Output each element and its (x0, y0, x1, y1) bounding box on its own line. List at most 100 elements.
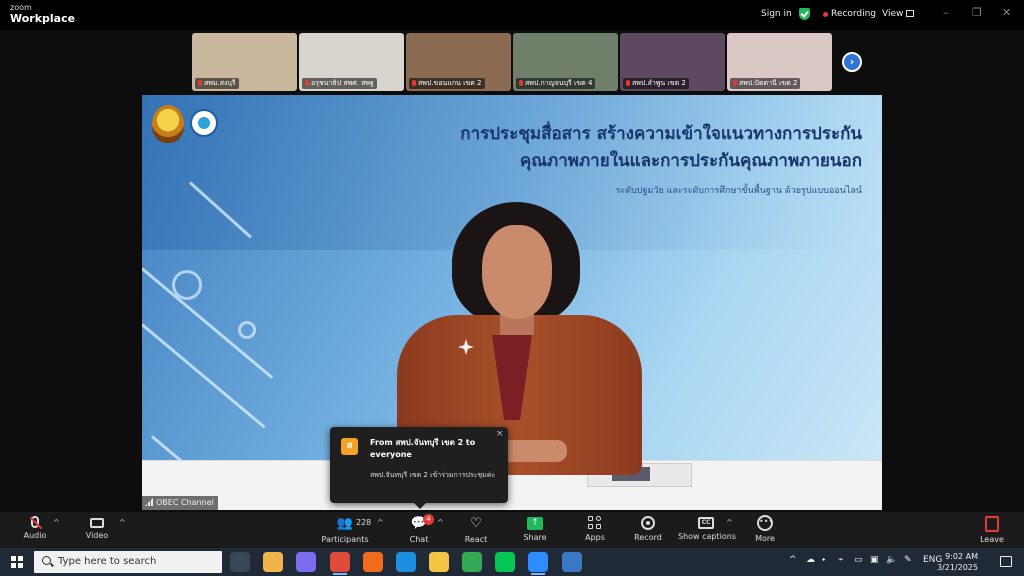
zoom-meeting-window: zoom Workplace Sign in Recording View – … (0, 0, 1024, 576)
more-options-icon: ••• (757, 515, 773, 531)
file-explorer-icon[interactable] (263, 552, 283, 572)
tray-cloud-icon[interactable]: ☁ (806, 555, 815, 565)
apps-button[interactable]: Apps (579, 512, 611, 548)
chat-sender: From สพป.จันทบุรี เขต 2 to everyone (370, 438, 476, 459)
view-button[interactable]: View (882, 9, 903, 19)
record-label: Record (634, 533, 662, 542)
encryption-shield-icon[interactable] (799, 8, 810, 20)
taskbar-clock[interactable]: 9:02 AM 3/21/2025 (937, 551, 978, 573)
muted-mic-icon (519, 80, 523, 86)
participant-tile[interactable]: สพป.ลำพูน เขต 2 (620, 33, 725, 91)
chat-message: สพป.จันทบุรี เขต 2 เข้าร่วมการประชุมค่ะ (370, 471, 496, 479)
react-button[interactable]: ♡ React (460, 512, 492, 548)
clock-time: 9:02 AM (945, 552, 978, 561)
title-bar: zoom Workplace Sign in Recording View – … (0, 0, 1024, 30)
participants-count: 228 (356, 518, 372, 527)
participant-tile[interactable]: สพม.สงบุรี (192, 33, 297, 91)
windows-start-icon[interactable] (11, 556, 23, 568)
keepass-icon[interactable] (562, 552, 582, 572)
tray-chevron-icon[interactable]: ^ (789, 555, 797, 565)
decor-ring (172, 270, 202, 300)
tray-volume-icon[interactable]: 🔈 (886, 555, 897, 565)
tray-pen-icon[interactable]: ✎ (904, 555, 912, 565)
participant-tile[interactable]: สพป.กาญจนบุรี เขต 4 (513, 33, 618, 91)
share-screen-icon: ↑ (527, 517, 543, 530)
participant-label: อรุชนาธิป สพศ. สพฐ (302, 78, 377, 89)
ministry-emblem-icon (152, 105, 184, 143)
audio-label: Audio (23, 531, 47, 540)
muted-mic-icon (412, 80, 416, 86)
leave-door-icon (985, 516, 999, 532)
more-label: More (755, 534, 775, 543)
participants-label: Participants (321, 535, 369, 544)
participant-label: สพป.กาญจนบุรี เขต 4 (516, 78, 596, 89)
decor-ring (238, 321, 256, 339)
slide-title: การประชุมสื่อสาร สร้างความเข้าใจแนวทางกา… (460, 124, 862, 171)
heart-react-icon: ♡ (470, 516, 482, 531)
record-button[interactable]: Record (631, 512, 665, 548)
search-icon (42, 556, 51, 565)
share-button[interactable]: ↑ Share (519, 512, 551, 548)
video-camera-icon (90, 518, 104, 528)
tray-usb-icon[interactable]: ⌁ (838, 555, 843, 565)
participant-label: สพป.ลำพูน เขต 2 (623, 78, 689, 89)
chrome-icon[interactable] (330, 552, 350, 572)
participant-tile[interactable]: สพป.ขอนแกน เขต 2 (406, 33, 511, 91)
share-label: Share (523, 533, 547, 542)
audio-button[interactable]: Audio (18, 512, 52, 548)
leave-button[interactable]: Leave (976, 512, 1008, 548)
tray-network-icon[interactable]: ▣ (870, 555, 879, 565)
active-app-indicator (531, 573, 545, 575)
decor-line (142, 323, 266, 429)
recording-indicator[interactable]: Recording (831, 9, 876, 19)
chat-options-caret[interactable]: ^ (437, 518, 444, 527)
speaker-name-label: OBEC Channel (142, 496, 218, 510)
close-button[interactable]: ✕ (1002, 6, 1011, 19)
notifications-icon[interactable] (1000, 556, 1012, 567)
tray-battery-icon[interactable]: ▭ (854, 555, 863, 565)
chat-notification[interactable]: ส From สพป.จันทบุรี เขต 2 to everyone สพ… (330, 427, 508, 509)
view-grid-icon[interactable] (906, 10, 914, 17)
participant-tile[interactable]: อรุชนาธิป สพศ. สพฐ (299, 33, 404, 91)
copilot-icon[interactable] (296, 552, 316, 572)
audio-options-caret[interactable]: ^ (53, 518, 60, 527)
line-icon[interactable] (495, 552, 515, 572)
more-button[interactable]: ••• More (749, 512, 781, 548)
video-button[interactable]: Video (80, 512, 114, 548)
record-icon (641, 516, 655, 530)
muted-mic-icon (305, 80, 309, 86)
active-speaker-video[interactable]: การประชุมสื่อสาร สร้างความเข้าใจแนวทางกา… (142, 95, 882, 510)
edge-icon[interactable] (396, 552, 416, 572)
participants-options-caret[interactable]: ^ (377, 518, 384, 527)
sign-in-link[interactable]: Sign in (761, 9, 792, 19)
participant-label: สพม.สงบุรี (195, 78, 239, 89)
video-label: Video (85, 531, 109, 540)
captions-options-caret[interactable]: ^ (726, 518, 733, 527)
folder-icon[interactable] (429, 552, 449, 572)
muted-microphone-icon (31, 516, 39, 528)
active-app-indicator (333, 573, 347, 575)
participant-label: สพป.ปัตตานี เขต 2 (730, 78, 801, 89)
minimize-button[interactable]: – (943, 6, 949, 19)
tray-location-icon[interactable]: ⬩ (822, 555, 825, 565)
obec-logo-icon (190, 109, 218, 137)
next-participants-button[interactable]: › (842, 52, 862, 72)
recording-dot-icon (823, 12, 828, 17)
clock-date: 3/21/2025 (936, 563, 978, 572)
task-view-icon[interactable] (230, 552, 250, 572)
leave-label: Leave (980, 535, 1004, 544)
apps-grid-icon (588, 516, 602, 530)
close-icon[interactable]: × (496, 429, 504, 439)
react-label: React (464, 535, 488, 544)
maximize-button[interactable]: ❐ (972, 6, 982, 19)
muted-mic-icon (626, 80, 630, 86)
taskbar-search-box[interactable]: Type here to search (34, 551, 222, 573)
rss-reader-icon[interactable] (363, 552, 383, 572)
zoom-workplace-logo: zoom Workplace (10, 4, 75, 25)
participant-label: สพป.ขอนแกน เขต 2 (409, 78, 485, 89)
video-options-caret[interactable]: ^ (119, 518, 126, 527)
zoom-icon[interactable] (528, 552, 548, 572)
participant-tile[interactable]: สพป.ปัตตานี เขต 2 (727, 33, 832, 91)
chrome-profile-icon[interactable] (462, 552, 482, 572)
closed-captions-icon: CC (698, 517, 714, 529)
